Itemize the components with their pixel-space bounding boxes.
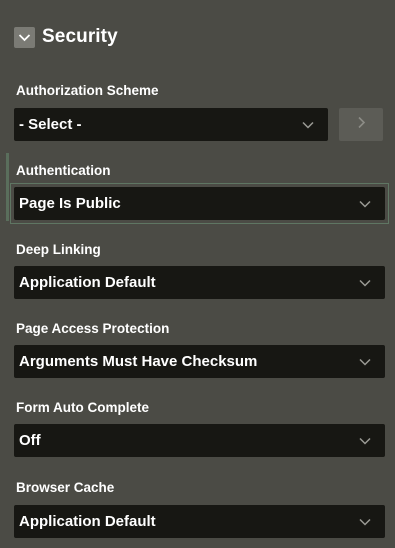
chevron-down-icon[interactable] — [14, 26, 35, 48]
page-access-protection-value: Arguments Must Have Checksum — [19, 353, 258, 370]
deep-linking-value: Application Default — [19, 274, 156, 291]
chevron-down-icon — [302, 121, 314, 129]
deep-linking-label: Deep Linking — [16, 242, 101, 257]
authentication-select[interactable]: Page Is Public — [14, 187, 385, 220]
chevron-down-icon — [359, 279, 371, 287]
form-auto-complete-label: Form Auto Complete — [16, 400, 149, 415]
deep-linking-select[interactable]: Application Default — [14, 266, 385, 299]
chevron-down-icon — [359, 437, 371, 445]
form-auto-complete-value: Off — [19, 432, 41, 449]
active-field-indicator — [6, 153, 9, 221]
form-auto-complete-select[interactable]: Off — [14, 424, 385, 457]
authorization-scheme-value: - Select - — [19, 116, 82, 133]
chevron-down-icon — [359, 518, 371, 526]
page-access-protection-select[interactable]: Arguments Must Have Checksum — [14, 345, 385, 378]
chevron-right-icon — [357, 116, 366, 134]
browser-cache-label: Browser Cache — [16, 480, 115, 495]
authorization-scheme-label: Authorization Scheme — [16, 83, 159, 98]
browser-cache-value: Application Default — [19, 513, 156, 530]
authorization-scheme-open-button[interactable] — [339, 108, 383, 141]
chevron-down-icon — [359, 358, 371, 366]
security-section-header[interactable]: Security — [14, 24, 118, 50]
authentication-value: Page Is Public — [19, 195, 121, 212]
property-editor-panel: Security Authorization Scheme - Select -… — [0, 0, 395, 548]
section-title: Security — [42, 26, 118, 47]
authorization-scheme-select[interactable]: - Select - — [14, 108, 328, 141]
authentication-label: Authentication — [16, 163, 111, 178]
page-access-protection-label: Page Access Protection — [16, 321, 170, 336]
chevron-down-icon — [359, 200, 371, 208]
browser-cache-select[interactable]: Application Default — [14, 505, 385, 538]
